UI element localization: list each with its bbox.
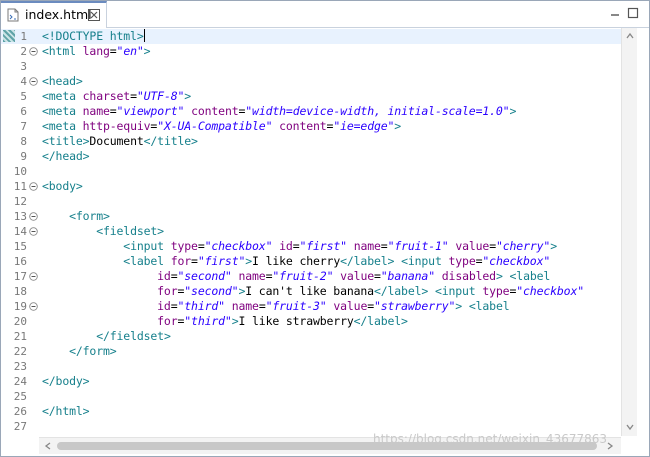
line-number: 18 [13, 285, 27, 298]
code-line[interactable]: 24 </body> [1, 374, 621, 389]
code-line[interactable]: 8 <title>Document</title> [1, 134, 621, 149]
code-line[interactable]: 12 [1, 194, 621, 209]
code-line[interactable]: 18 for="second">I can't like banana</lab… [1, 284, 621, 299]
code-line[interactable]: 1 <!DOCTYPE html> [1, 29, 621, 44]
fold-collapse-icon[interactable] [29, 47, 38, 56]
line-number: 2 [20, 45, 27, 58]
line-number: 12 [13, 195, 27, 208]
code-line[interactable]: 26 </html> [1, 404, 621, 419]
code-line[interactable]: 5 <meta charset="UTF-8"> [1, 89, 621, 104]
line-number: 11 [13, 180, 27, 193]
fold-collapse-icon[interactable] [29, 227, 38, 236]
line-number: 14 [13, 225, 27, 238]
code-line[interactable]: 6 <meta name="viewport" content="width=de… [1, 104, 621, 119]
line-number: 19 [13, 300, 27, 313]
code-line[interactable]: 17 id="second" name="fruit-2" value="ban… [1, 269, 621, 284]
line-number: 21 [13, 330, 27, 343]
code-line[interactable]: 10 [1, 164, 621, 179]
code-line[interactable]: 20 for="third">I like strawberry</label> [1, 314, 621, 329]
line-number: 25 [13, 390, 27, 403]
code-line[interactable]: 4 <head> [1, 74, 621, 89]
line-number: 13 [13, 210, 27, 223]
fold-collapse-icon[interactable] [29, 302, 38, 311]
code-line[interactable]: 11 <body> [1, 179, 621, 194]
line-number: 16 [13, 255, 27, 268]
minimize-icon[interactable] [609, 7, 621, 19]
line-number: 23 [13, 360, 27, 373]
close-icon[interactable] [87, 8, 101, 22]
line-number: 15 [13, 240, 27, 253]
window-right-edge [637, 28, 649, 454]
line-number: 8 [20, 135, 27, 148]
code-text: for="second">I can't like banana</label>… [157, 284, 584, 298]
code-line[interactable]: 15 <input type="checkbox" id="first" nam… [1, 239, 621, 254]
line-number: 7 [20, 120, 27, 133]
code-line[interactable]: 25 [1, 389, 621, 404]
line-number: 10 [13, 165, 27, 178]
code-text: </html> [42, 404, 90, 418]
code-text: <html lang="en"> [42, 44, 151, 58]
code-text: <meta http-equiv="X-UA-Compatible" conte… [42, 119, 402, 133]
line-number: 6 [20, 105, 27, 118]
code-text: <!DOCTYPE html> [42, 29, 145, 43]
tab-title: index.html [25, 7, 92, 22]
code-text: <head> [42, 74, 83, 88]
line-number: 22 [13, 345, 27, 358]
code-text: for="third">I like strawberry</label> [157, 314, 408, 328]
tab-bar: index.html [1, 1, 649, 28]
code-line[interactable]: 14 <fieldset> [1, 224, 621, 239]
code-text: </body> [42, 374, 90, 388]
code-text: <input type="checkbox" id="first" name="… [123, 239, 557, 253]
scroll-down-icon[interactable] [625, 422, 635, 432]
line-number: 20 [13, 315, 27, 328]
fold-collapse-icon[interactable] [29, 272, 38, 281]
fold-collapse-icon[interactable] [29, 212, 38, 221]
code-text: </head> [42, 149, 90, 163]
html-file-icon [7, 8, 19, 22]
code-text: </fieldset> [96, 329, 171, 343]
overview-ruler-marker [3, 30, 15, 42]
code-line[interactable]: 21 </fieldset> [1, 329, 621, 344]
code-line[interactable]: 22 </form> [1, 344, 621, 359]
scroll-up-icon[interactable] [625, 31, 635, 41]
fold-collapse-icon[interactable] [29, 182, 38, 191]
code-text: <fieldset> [96, 224, 164, 238]
code-line[interactable]: 13 <form> [1, 209, 621, 224]
code-text: <title>Document</title> [42, 134, 198, 148]
code-line[interactable]: 3 [1, 59, 621, 74]
scroll-left-icon[interactable] [43, 441, 53, 451]
code-text: <label for="first">I like cherry</label>… [123, 254, 551, 268]
maximize-icon[interactable] [627, 7, 639, 19]
line-number: 27 [13, 420, 27, 433]
code-text: id="second" name="fruit-2" value="banana… [157, 269, 551, 283]
code-line[interactable]: 7 <meta http-equiv="X-UA-Compatible" cont… [1, 119, 621, 134]
fold-collapse-icon[interactable] [29, 77, 38, 86]
line-number: 4 [20, 75, 27, 88]
code-text: <meta charset="UTF-8"> [42, 89, 192, 103]
code-text: <meta name="viewport" content="width=dev… [42, 104, 517, 118]
code-line[interactable]: 2 <html lang="en"> [1, 44, 621, 59]
code-text: <form> [69, 209, 110, 223]
code-text: id="third" name="fruit-3" value="strawbe… [157, 299, 510, 313]
code-text: <body> [42, 179, 83, 193]
vertical-scrollbar[interactable] [621, 28, 637, 436]
line-number: 5 [20, 90, 27, 103]
line-number: 24 [13, 375, 27, 388]
line-number: 9 [20, 150, 27, 163]
tab-index-html[interactable]: index.html [1, 1, 107, 28]
line-number: 17 [13, 270, 27, 283]
watermark-text: https://blog.csdn.net/weixin_43677863 [373, 432, 608, 446]
code-line[interactable]: 23 [1, 359, 621, 374]
editor-window: index.html 1 <!DOCTYPE html> 2 <html lang="… [0, 0, 650, 457]
code-line[interactable]: 9 </head> [1, 149, 621, 164]
code-line[interactable]: 16 <label for="first">I like cherry</lab… [1, 254, 621, 269]
code-editor[interactable]: 1 <!DOCTYPE html> 2 <html lang="en"> 3 4 <head… [1, 28, 621, 436]
line-number: 26 [13, 405, 27, 418]
code-text: </form> [69, 344, 117, 358]
line-number: 3 [20, 60, 27, 73]
text-caret [143, 29, 145, 42]
code-line[interactable]: 19 id="third" name="fruit-3" value="stra… [1, 299, 621, 314]
